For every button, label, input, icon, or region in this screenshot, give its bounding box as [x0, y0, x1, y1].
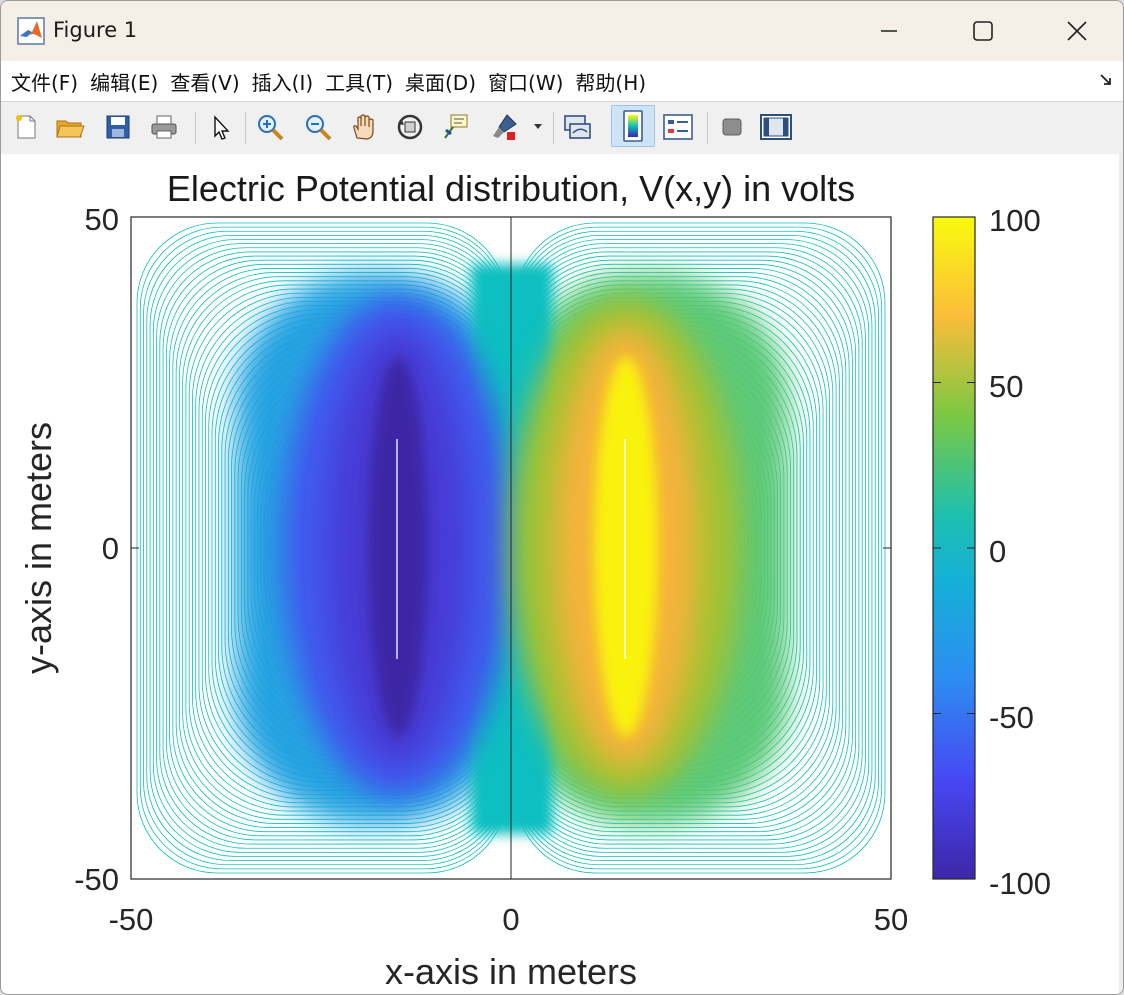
figure-toolbar — [1, 101, 1123, 155]
window-edge — [1119, 154, 1123, 994]
menu-edit[interactable]: 编辑(E) — [88, 67, 168, 96]
colorbar-tick-label: -100 — [989, 866, 1051, 901]
title-bar: Figure 1 — [1, 1, 1123, 61]
zoom-in-icon[interactable] — [253, 110, 287, 144]
menu-view[interactable]: 查看(V) — [168, 67, 249, 96]
maximize-button[interactable] — [937, 1, 1029, 61]
filled-region — [236, 264, 788, 834]
data-cursor-icon[interactable] — [439, 110, 473, 144]
minimize-button[interactable] — [843, 1, 935, 61]
x-tick-label: -50 — [109, 902, 154, 937]
y-tick-label: 50 — [85, 202, 119, 237]
colorbar-icon[interactable] — [611, 105, 655, 147]
dropdown-arrow-icon[interactable] — [527, 110, 549, 144]
toolbar-separator — [245, 112, 246, 144]
colorbar-tick-label: -50 — [989, 700, 1034, 735]
close-button[interactable] — [1031, 1, 1123, 61]
y-tick-label: -50 — [74, 862, 119, 897]
y-tick-label: 0 — [102, 531, 119, 566]
rotate-3d-icon[interactable] — [393, 110, 427, 144]
toolbar-separator — [553, 112, 554, 144]
x-tick-label: 0 — [502, 902, 519, 937]
hide-plot-tools-icon[interactable] — [715, 110, 749, 144]
dock-arrow-icon[interactable] — [1099, 73, 1113, 87]
maximize-icon — [973, 21, 993, 41]
colorbar-tick-label: 0 — [989, 534, 1006, 569]
pointer-icon[interactable] — [203, 110, 237, 144]
x-tick-label: 50 — [874, 902, 908, 937]
close-icon — [1067, 21, 1087, 41]
toolbar-separator — [195, 112, 196, 144]
open-file-icon[interactable] — [53, 110, 87, 144]
x-axis-label: x-axis in meters — [385, 951, 637, 992]
potential-field — [131, 217, 891, 879]
menu-help[interactable]: 帮助(H) — [573, 67, 656, 96]
toolbar-separator — [707, 112, 708, 144]
matlab-logo-icon — [17, 17, 45, 45]
show-plot-tools-icon[interactable] — [759, 110, 793, 144]
zoom-out-icon[interactable] — [301, 110, 335, 144]
menu-tools[interactable]: 工具(T) — [323, 67, 403, 96]
menu-window[interactable]: 窗口(W) — [486, 67, 573, 96]
legend-icon[interactable] — [661, 110, 695, 144]
brush-icon[interactable] — [487, 110, 521, 144]
plot-svg: Electric Potential distribution, V(x,y) … — [18, 168, 1051, 992]
colorbar-tick-label: 50 — [989, 369, 1023, 404]
figure-canvas: Electric Potential distribution, V(x,y) … — [1, 154, 1123, 994]
window-title: Figure 1 — [53, 18, 138, 42]
menu-desktop[interactable]: 桌面(D) — [403, 67, 486, 96]
menu-file[interactable]: 文件(F) — [9, 67, 88, 96]
minimize-icon — [881, 30, 897, 32]
y-axis-label: y-axis in meters — [18, 422, 59, 674]
save-icon[interactable] — [101, 110, 135, 144]
menu-insert[interactable]: 插入(I) — [250, 67, 324, 96]
pan-hand-icon[interactable] — [347, 110, 381, 144]
new-figure-icon[interactable] — [9, 110, 43, 144]
link-plot-icon[interactable] — [561, 110, 595, 144]
figure-window: Figure 1 文件(F) 编辑(E) 查看(V) 插入(I) 工具(T) 桌… — [0, 0, 1124, 995]
print-icon[interactable] — [147, 110, 181, 144]
menu-bar: 文件(F) 编辑(E) 查看(V) 插入(I) 工具(T) 桌面(D) 窗口(W… — [1, 61, 1123, 101]
chart-title: Electric Potential distribution, V(x,y) … — [167, 168, 855, 209]
colorbar-tick-label: 100 — [989, 203, 1041, 238]
